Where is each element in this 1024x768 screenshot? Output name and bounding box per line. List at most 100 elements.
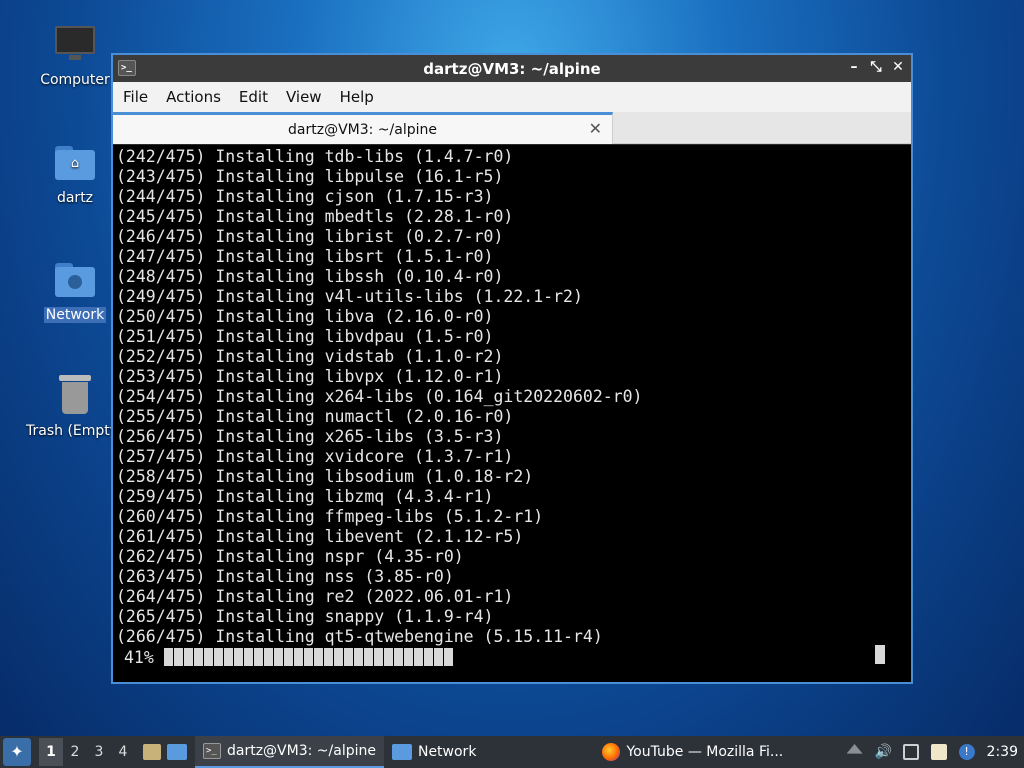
terminal-line: (254/475) Installing x264-libs (0.164_gi…	[116, 387, 643, 406]
menu-help[interactable]: Help	[340, 88, 386, 106]
progress-cell	[424, 648, 433, 666]
progress-cell	[184, 648, 193, 666]
tab-terminal[interactable]: dartz@VM3: ~/alpine ✕	[113, 112, 613, 144]
terminal-line: (246/475) Installing librist (0.2.7-r0)	[116, 227, 504, 246]
task-network[interactable]: Network	[384, 736, 484, 768]
terminal-line: (251/475) Installing libvdpau (1.5-r0)	[116, 327, 494, 346]
folder-task-icon	[391, 744, 412, 760]
workspace-4[interactable]: 4	[111, 744, 135, 760]
menu-edit[interactable]: Edit	[239, 88, 280, 106]
terminal-line: (256/475) Installing x265-libs (3.5-r3)	[116, 427, 504, 446]
task-label: YouTube — Mozilla Fi...	[626, 744, 784, 760]
workspace-1[interactable]: 1	[39, 738, 63, 766]
file-manager-launcher-icon[interactable]	[167, 744, 187, 760]
terminal-line: (242/475) Installing tdb-libs (1.4.7-r0)	[116, 147, 514, 166]
progress-cell	[264, 648, 273, 666]
progress-cell	[214, 648, 223, 666]
terminal-lines: (242/475) Installing tdb-libs (1.4.7-r0)…	[116, 147, 908, 647]
window-title: dartz@VM3: ~/alpine	[423, 59, 601, 78]
progress-cell	[194, 648, 203, 666]
notification-icon[interactable]: !	[958, 744, 975, 760]
terminal-line: (266/475) Installing qt5-qtwebengine (5.…	[116, 627, 603, 646]
terminal-line: (262/475) Installing nspr (4.35-r0)	[116, 547, 464, 566]
terminal-window[interactable]: >_ dartz@VM3: ~/alpine – ⤡ ✕ File Action…	[111, 53, 913, 684]
progress-cell	[394, 648, 403, 666]
progress-cell	[174, 648, 183, 666]
terminal-line: (259/475) Installing libzmq (4.3.4-r1)	[116, 487, 494, 506]
progress-cell	[434, 648, 443, 666]
terminal-line: (253/475) Installing libvpx (1.12.0-r1)	[116, 367, 504, 386]
desktop-icon-label: Network	[43, 307, 107, 323]
progress-cell	[294, 648, 303, 666]
progress-cell	[254, 648, 263, 666]
task-label: dartz@VM3: ~/alpine	[227, 743, 376, 759]
terminal-line: (264/475) Installing re2 (2022.06.01-r1)	[116, 587, 514, 606]
clock[interactable]: 2:39	[987, 744, 1018, 760]
network-folder-icon	[53, 257, 97, 301]
eject-icon[interactable]	[846, 744, 863, 754]
desktop-icon-computer[interactable]: Computer	[30, 22, 120, 88]
menu-view[interactable]: View	[286, 88, 334, 106]
show-desktop-icon[interactable]	[143, 744, 161, 760]
volume-icon[interactable]: 🔊	[875, 744, 892, 760]
clipboard-icon[interactable]	[930, 744, 947, 760]
desktop-icon-label: Computer	[40, 72, 110, 88]
progress-cell	[164, 648, 173, 666]
workspace-2[interactable]: 2	[63, 744, 87, 760]
firefox-icon	[602, 743, 621, 761]
progress-cell	[284, 648, 293, 666]
monitor-icon	[53, 22, 97, 66]
progress-cell	[204, 648, 213, 666]
progress-cell	[404, 648, 413, 666]
tab-title: dartz@VM3: ~/alpine	[288, 121, 437, 138]
terminal-line: (252/475) Installing vidstab (1.1.0-r2)	[116, 347, 504, 366]
progress-cell	[374, 648, 383, 666]
tab-bar: dartz@VM3: ~/alpine ✕	[113, 112, 911, 144]
terminal-line: (245/475) Installing mbedtls (2.28.1-r0)	[116, 207, 514, 226]
terminal-line: (250/475) Installing libva (2.16.0-r0)	[116, 307, 494, 326]
progress-cell	[384, 648, 393, 666]
terminal-line: (261/475) Installing libevent (2.1.12-r5…	[116, 527, 524, 546]
terminal-line: (244/475) Installing cjson (1.7.15-r3)	[116, 187, 494, 206]
progress-cell	[224, 648, 233, 666]
terminal-app-icon: >_	[118, 60, 136, 76]
minimize-button[interactable]: –	[847, 59, 861, 75]
task-firefox[interactable]: YouTube — Mozilla Fi...	[594, 736, 791, 768]
progress-line: 41%	[116, 647, 908, 667]
tab-close-icon[interactable]: ✕	[589, 119, 602, 138]
workspace-3[interactable]: 3	[87, 744, 111, 760]
progress-cell	[354, 648, 363, 666]
terminal-line: (243/475) Installing libpulse (16.1-r5)	[116, 167, 504, 186]
progress-cell	[234, 648, 243, 666]
task-terminal[interactable]: >_ dartz@VM3: ~/alpine	[195, 736, 384, 768]
terminal-line: (258/475) Installing libsodium (1.0.18-r…	[116, 467, 534, 486]
menu-bar: File Actions Edit View Help	[113, 82, 911, 112]
progress-cell	[344, 648, 353, 666]
progress-cell	[334, 648, 343, 666]
terminal-output[interactable]: (242/475) Installing tdb-libs (1.4.7-r0)…	[113, 145, 911, 682]
terminal-line: (249/475) Installing v4l-utils-libs (1.2…	[116, 287, 583, 306]
progress-cell	[444, 648, 453, 666]
desktop-icon-trash[interactable]: Trash (Empty)	[26, 373, 124, 439]
menu-file[interactable]: File	[123, 88, 160, 106]
progress-cell	[364, 648, 373, 666]
home-folder-icon: ⌂	[53, 140, 97, 184]
desktop-icon-home-folder[interactable]: ⌂ dartz	[30, 140, 120, 206]
system-tray: 🔊 ! 2:39	[846, 744, 1024, 760]
task-label: Network	[417, 744, 477, 760]
start-menu-button[interactable]: ✦	[3, 738, 31, 766]
maximize-button[interactable]: ⤡	[869, 59, 883, 75]
terminal-line: (248/475) Installing libssh (0.10.4-r0)	[116, 267, 504, 286]
progress-cell	[324, 648, 333, 666]
progress-percent: 41%	[124, 647, 154, 667]
menu-actions[interactable]: Actions	[166, 88, 233, 106]
desktop-icon-network[interactable]: Network	[30, 257, 120, 323]
close-button[interactable]: ✕	[891, 59, 905, 75]
window-titlebar[interactable]: >_ dartz@VM3: ~/alpine – ⤡ ✕	[113, 55, 911, 82]
terminal-line: (263/475) Installing nss (3.85-r0)	[116, 567, 454, 586]
terminal-task-icon: >_	[203, 743, 221, 759]
terminal-line: (247/475) Installing libsrt (1.5.1-r0)	[116, 247, 494, 266]
progress-cell	[314, 648, 323, 666]
network-tray-icon[interactable]	[902, 744, 919, 760]
terminal-line: (257/475) Installing xvidcore (1.3.7-r1)	[116, 447, 514, 466]
